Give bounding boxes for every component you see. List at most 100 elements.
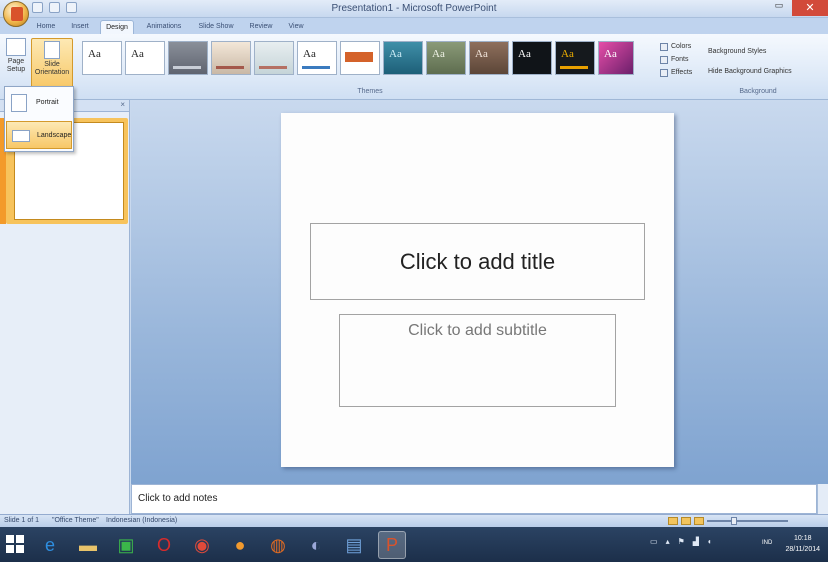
tab-home[interactable]: Home	[33, 20, 59, 34]
theme-bar	[173, 66, 201, 69]
close-button[interactable]: ✕	[792, 0, 828, 16]
close-panel-icon[interactable]: ×	[120, 100, 125, 109]
taskbar-clock[interactable]: 10:18 28/11/2014	[785, 533, 820, 555]
clock-date: 28/11/2014	[785, 546, 820, 553]
page-setup-button[interactable]: Page Setup	[2, 38, 30, 74]
ribbon: Page Setup Slide Orientation Aa Aa Aa Aa…	[0, 34, 828, 100]
portrait-icon	[11, 94, 27, 112]
slide-orientation-icon	[44, 41, 60, 59]
language-indicator[interactable]: IND	[762, 540, 772, 546]
file-explorer-icon[interactable]: ▬	[74, 531, 102, 559]
slide-sorter-icon[interactable]	[681, 517, 691, 525]
theme-bar	[216, 66, 244, 69]
theme-lines[interactable]: Aa	[297, 41, 337, 75]
windows-start-icon[interactable]	[6, 535, 24, 553]
slides-panel: × 1	[0, 100, 130, 514]
fonts-button[interactable]: Fonts	[660, 53, 692, 66]
slide-canvas[interactable]: Click to add title Click to add subtitle	[281, 113, 674, 467]
theme-orange-bar[interactable]	[340, 41, 380, 75]
colors-label: Colors	[671, 43, 692, 50]
powerpoint-icon[interactable]: P	[378, 531, 406, 559]
colors-button[interactable]: Colors	[660, 40, 692, 53]
theme-black-gold[interactable]: Aa	[555, 41, 595, 75]
theme-light[interactable]	[254, 41, 294, 75]
theme-sample-text: Aa	[604, 48, 617, 60]
landscape-label: Landscape	[37, 132, 72, 139]
slide-count: Slide 1 of 1	[4, 517, 40, 524]
language-status[interactable]: Indonesian (Indonesia)	[106, 517, 177, 524]
theme-sample-text: Aa	[561, 48, 574, 60]
fonts-label: Fonts	[671, 56, 689, 63]
notes-pane[interactable]: Click to add notes	[131, 484, 817, 514]
firefox-icon[interactable]: ◍	[264, 531, 292, 559]
ribbon-tab-row: Home Insert Design Animations Slide Show…	[0, 18, 828, 34]
theme-black[interactable]: Aa	[512, 41, 552, 75]
theme-olive[interactable]: Aa	[426, 41, 466, 75]
hide-background-checkbox[interactable]: Hide Background Graphics	[708, 62, 792, 82]
page-setup-icon	[6, 38, 26, 56]
normal-view-icon[interactable]	[668, 517, 678, 525]
theme-sample-text: Aa	[88, 48, 101, 60]
slide-show-icon[interactable]	[694, 517, 704, 525]
themes-group-label: Themes	[357, 88, 383, 95]
title-bar: Presentation1 - Microsoft PowerPoint ▭ ✕	[0, 0, 828, 18]
slide-orientation-button[interactable]: Slide Orientation	[31, 38, 73, 90]
taskbar: e ▬ ▣ O ◉ ● ◍ ◐ ▤ P ▭ ▴ ⚑ ▟ ◖ IND 10:18 28/11/201…	[0, 527, 828, 562]
volume-icon[interactable]: ◖	[707, 537, 712, 546]
tab-slide-show[interactable]: Slide Show	[195, 20, 237, 34]
store-icon[interactable]: ▣	[112, 531, 140, 559]
slide-orientation-label: Slide Orientation	[34, 61, 70, 76]
view-and-zoom-controls	[668, 517, 788, 525]
office-logo-icon	[11, 7, 23, 21]
theme-bar	[259, 66, 287, 69]
theme-sample-text: Aa	[432, 48, 445, 60]
theme-magenta[interactable]: Aa	[598, 41, 634, 75]
background-group: Background Styles Hide Background Graphi…	[708, 42, 792, 82]
theme-sample-text: Aa	[303, 48, 316, 60]
background-group-label: Background	[739, 88, 777, 95]
swirl-app-icon[interactable]: ◐	[302, 531, 330, 559]
clock-time: 10:18	[793, 535, 812, 542]
keyboard-icon[interactable]: ▭	[650, 537, 658, 546]
effects-button[interactable]: Effects	[660, 66, 692, 79]
theme-white[interactable]: Aa	[125, 41, 165, 75]
network-icon[interactable]: ▟	[693, 537, 699, 546]
theme-options: Colors Fonts Effects	[660, 40, 692, 79]
status-bar: Slide 1 of 1 "Office Theme" Indonesian (…	[0, 514, 828, 527]
opera-icon[interactable]: O	[150, 531, 178, 559]
zoom-slider-knob[interactable]	[731, 517, 738, 525]
chrome-icon[interactable]: ◉	[188, 531, 216, 559]
tab-design[interactable]: Design	[100, 20, 134, 34]
notes-scrollbar[interactable]	[817, 484, 828, 514]
ball-app-icon[interactable]: ●	[226, 531, 254, 559]
flag-icon[interactable]: ⚑	[678, 537, 685, 546]
theme-bar	[560, 66, 588, 69]
office-button[interactable]	[3, 1, 29, 27]
portrait-option[interactable]: Portrait	[6, 89, 72, 117]
maximize-button[interactable]: ▭	[768, 0, 790, 16]
theme-bar	[345, 52, 373, 62]
theme-beige[interactable]	[211, 41, 251, 75]
tab-view[interactable]: View	[284, 20, 308, 34]
theme-teal[interactable]: Aa	[383, 41, 423, 75]
tray-arrow-icon[interactable]: ▴	[666, 537, 670, 546]
tab-review[interactable]: Review	[246, 20, 276, 34]
page-setup-label: Page Setup	[6, 58, 26, 73]
clipboard-app-icon[interactable]: ▤	[340, 531, 368, 559]
effects-label: Effects	[671, 69, 693, 76]
theme-gray[interactable]	[168, 41, 208, 75]
title-placeholder[interactable]: Click to add title	[310, 223, 645, 300]
theme-sample-text: Aa	[475, 48, 488, 60]
colors-icon	[660, 42, 668, 51]
tab-insert[interactable]: Insert	[66, 20, 94, 34]
background-styles-button[interactable]: Background Styles	[708, 42, 792, 62]
subtitle-placeholder[interactable]: Click to add subtitle	[339, 314, 616, 407]
internet-explorer-icon[interactable]: e	[36, 531, 64, 559]
theme-office[interactable]: Aa	[82, 41, 122, 75]
theme-bar	[302, 66, 330, 69]
orientation-dropdown: Portrait Landscape	[4, 86, 74, 152]
tab-animations[interactable]: Animations	[142, 20, 186, 34]
zoom-slider[interactable]	[707, 517, 788, 525]
landscape-option[interactable]: Landscape	[6, 121, 72, 149]
theme-brown[interactable]: Aa	[469, 41, 509, 75]
